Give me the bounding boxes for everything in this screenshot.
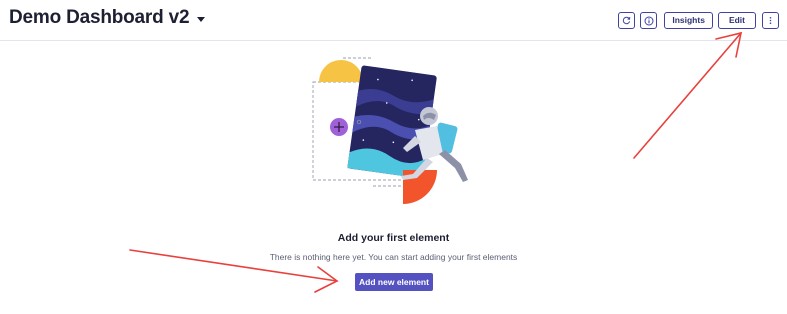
info-icon [644, 16, 654, 25]
insights-button[interactable]: Insights [664, 12, 713, 29]
empty-state-subtitle: There is nothing here yet. You can start… [269, 252, 518, 262]
add-new-element-button[interactable]: Add new element [355, 273, 433, 291]
refresh-button[interactable] [618, 12, 636, 29]
dashboard-header: Demo Dashboard v2 Insights Edit [0, 0, 787, 41]
more-vertical-icon [769, 16, 772, 25]
header-toolbar: Insights Edit [618, 12, 779, 29]
arrow-to-edit [633, 31, 743, 159]
dashboard-title-dropdown[interactable]: Demo Dashboard v2 [9, 7, 206, 29]
refresh-icon [623, 16, 631, 25]
more-options-button[interactable] [762, 12, 779, 29]
dashboard-page: Demo Dashboard v2 Insights Edit Add your… [0, 0, 787, 314]
edit-button[interactable]: Edit [717, 12, 756, 29]
dashboard-title: Demo Dashboard v2 [9, 7, 190, 28]
caret-down-icon [197, 16, 206, 22]
info-button[interactable] [640, 12, 658, 29]
empty-state-title: Add your first element [337, 232, 450, 244]
empty-state-illustration [312, 57, 468, 204]
